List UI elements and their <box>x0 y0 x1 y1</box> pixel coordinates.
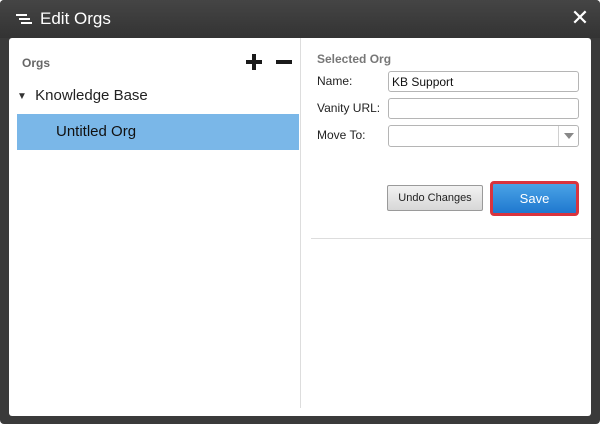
close-button[interactable]: ✕ <box>570 5 590 30</box>
vanity-url-label: Vanity URL: <box>317 101 381 115</box>
move-to-select[interactable] <box>388 125 579 147</box>
tree-item-label: Untitled Org <box>56 123 137 140</box>
orgs-header: Orgs <box>22 56 51 70</box>
undo-changes-button[interactable]: Undo Changes <box>387 185 483 211</box>
edit-orgs-dialog: Edit Orgs ✕ Orgs ▼ Knowledge Base Untitl… <box>0 0 600 424</box>
selected-org-title: Selected Org <box>317 52 392 66</box>
caret-down-icon[interactable]: ▼ <box>17 85 31 109</box>
vanity-url-field[interactable] <box>388 98 579 119</box>
menu-lines-icon <box>16 14 32 24</box>
move-to-label: Move To: <box>317 128 366 142</box>
name-field[interactable] <box>388 71 579 92</box>
minus-icon[interactable] <box>275 53 293 71</box>
chevron-down-icon[interactable] <box>558 126 578 146</box>
name-label: Name: <box>317 74 353 88</box>
plus-icon[interactable] <box>245 53 263 71</box>
tree-item-knowledge-base[interactable]: ▼ Knowledge Base <box>17 84 287 108</box>
dialog-title: Edit Orgs <box>40 9 111 28</box>
org-tree-panel: Orgs ▼ Knowledge Base Untitled Org <box>9 38 301 408</box>
selected-org-panel: Selected Org Name: Vanity URL: Move To: … <box>311 38 591 408</box>
close-icon: ✕ <box>570 5 590 30</box>
tree-item-untitled-org[interactable]: Untitled Org <box>17 114 299 150</box>
dialog-body: Orgs ▼ Knowledge Base Untitled Org Selec… <box>9 38 591 416</box>
title-bar: Edit Orgs ✕ <box>0 0 600 38</box>
save-button[interactable]: Save <box>490 181 579 216</box>
tree-item-label: Knowledge Base <box>35 87 148 104</box>
divider <box>311 238 591 239</box>
